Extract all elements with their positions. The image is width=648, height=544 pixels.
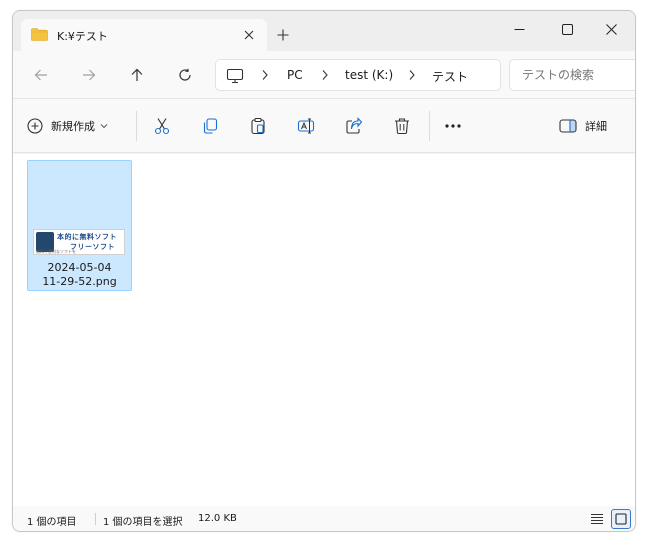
details-pane-button[interactable]: 詳細 (559, 113, 607, 139)
more-options-button[interactable] (440, 113, 466, 139)
file-name: 2024-05-04 11-29-52.png (28, 261, 131, 289)
close-window-button[interactable] (591, 15, 631, 43)
large-icons-view-button[interactable] (611, 509, 631, 529)
navigation-bar: PC test (K:) テスト (13, 51, 635, 99)
copy-button[interactable] (197, 113, 223, 139)
item-count: 1 個の項目 (27, 517, 77, 528)
delete-icon (395, 118, 409, 135)
explorer-window: K:¥テスト PC test (K:) テスト テストの検索 新規作成 詳細 本… (12, 10, 636, 532)
up-button[interactable] (123, 61, 151, 89)
close-icon (244, 30, 254, 40)
close-tab-button[interactable] (239, 25, 259, 45)
share-icon (346, 117, 363, 134)
back-button[interactable] (27, 61, 55, 89)
minimize-button[interactable] (499, 15, 539, 43)
folder-icon (31, 28, 48, 41)
close-icon (605, 23, 617, 35)
toolbar-divider (429, 111, 430, 141)
details-view-icon (591, 514, 603, 524)
tiles-view-icon (615, 513, 627, 525)
status-divider (95, 513, 96, 525)
maximize-button[interactable] (547, 15, 587, 43)
minimize-icon (514, 28, 524, 30)
new-button[interactable]: 新規作成 (27, 113, 108, 139)
refresh-button[interactable] (171, 61, 199, 89)
tab-current[interactable]: K:¥テスト (21, 19, 267, 51)
address-bar[interactable]: PC test (K:) テスト (215, 59, 501, 91)
chevron-right-icon (262, 70, 268, 80)
forward-button[interactable] (75, 61, 103, 89)
selection-count: 1 個の項目を選択 (103, 517, 183, 528)
paste-icon (251, 117, 265, 135)
up-arrow-icon (131, 68, 143, 81)
file-name-line: 11-29-52.png (42, 275, 117, 288)
search-box[interactable] (509, 59, 635, 91)
command-bar: 新規作成 詳細 (13, 99, 635, 153)
rename-button[interactable] (293, 113, 319, 139)
refresh-icon (179, 68, 191, 81)
thumbnail-text: 本的に無料ソフト (57, 233, 117, 241)
thumbnail-text: フリーソフト (70, 243, 115, 251)
new-tab-button[interactable] (271, 23, 295, 47)
back-arrow-icon (34, 69, 47, 81)
details-pane-label: 詳細 (585, 120, 607, 133)
delete-button[interactable] (389, 113, 415, 139)
share-button[interactable] (341, 113, 367, 139)
file-thumbnail: 本的に無料ソフト フリーソフト 無料で便利なソフトを (33, 229, 125, 255)
details-view-button[interactable] (587, 509, 607, 529)
new-icon (27, 118, 43, 134)
more-icon (445, 124, 461, 128)
chevron-down-icon (100, 124, 108, 129)
computer-icon (226, 68, 244, 84)
breadcrumb-drive[interactable]: test (K:) (345, 68, 393, 82)
status-bar: 1 個の項目 1 個の項目を選択 12.0 KB (13, 506, 635, 531)
new-button-label: 新規作成 (51, 120, 95, 133)
chevron-right-icon (409, 70, 415, 80)
thumbnail-text: 無料で便利なソフトを (36, 249, 76, 254)
cut-button[interactable] (149, 113, 175, 139)
selection-size: 12.0 KB (198, 513, 237, 524)
file-name-line: 2024-05-04 (47, 261, 112, 274)
forward-arrow-icon (83, 69, 96, 81)
title-bar: K:¥テスト (13, 11, 635, 51)
copy-icon (203, 118, 218, 134)
maximize-icon (561, 23, 573, 35)
breadcrumb-folder[interactable]: テスト (432, 68, 468, 85)
chevron-right-icon (322, 70, 328, 80)
toolbar-divider (136, 111, 137, 141)
breadcrumb-pc[interactable]: PC (287, 68, 303, 82)
file-item[interactable]: 本的に無料ソフト フリーソフト 無料で便利なソフトを 2024-05-04 11… (27, 160, 132, 291)
cut-icon (154, 118, 170, 135)
tab-title: K:¥テスト (57, 30, 108, 43)
search-input[interactable] (522, 67, 632, 83)
details-pane-icon (559, 119, 577, 133)
file-view[interactable]: 本的に無料ソフト フリーソフト 無料で便利なソフトを 2024-05-04 11… (13, 154, 635, 506)
paste-button[interactable] (245, 113, 271, 139)
rename-icon (297, 118, 315, 134)
plus-icon (277, 29, 289, 41)
